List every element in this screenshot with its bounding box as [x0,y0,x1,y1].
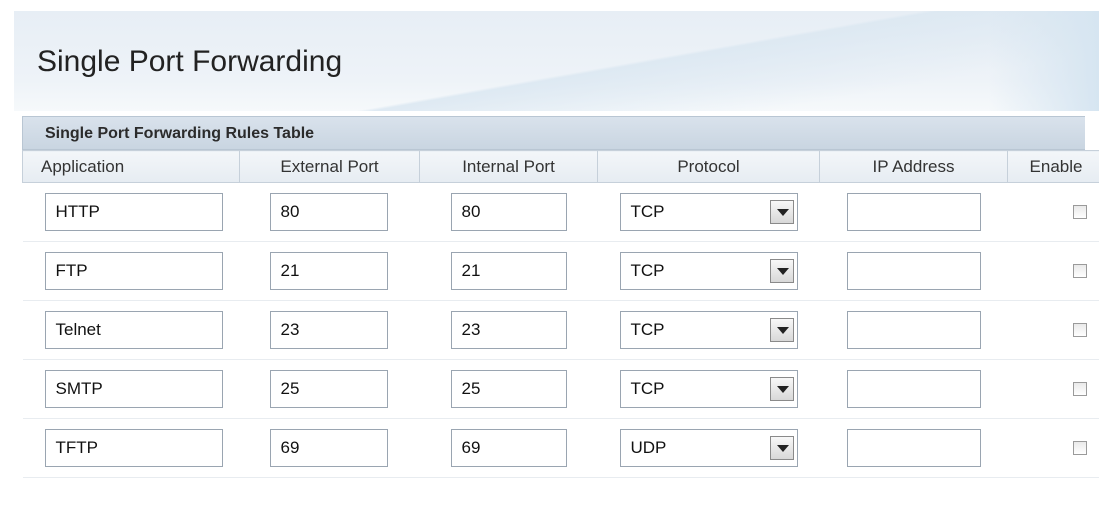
chevron-down-icon[interactable] [769,200,794,224]
enable-checkbox[interactable] [1073,263,1087,278]
table-row: SMTP 25 25 TCP [22,359,1099,419]
chevron-down-icon[interactable] [769,259,794,283]
external-port-input[interactable]: 23 [269,311,388,349]
internal-port-input[interactable]: 25 [450,370,567,408]
column-header-external-port: External Port [239,150,420,183]
application-name-input[interactable]: TFTP [44,429,223,467]
protocol-select-value: TCP [630,379,665,398]
column-header-ip-address: IP Address [819,150,1008,183]
protocol-select[interactable]: UDP [619,429,798,467]
application-name-input[interactable]: SMTP [44,370,223,408]
rules-table: Application External Port Internal Port … [22,150,1099,478]
enable-checkbox[interactable] [1073,322,1087,337]
protocol-select-value: TCP [630,202,665,221]
internal-port-input[interactable]: 69 [450,429,567,467]
enable-checkbox[interactable] [1073,381,1087,396]
protocol-select[interactable]: TCP [619,252,798,290]
protocol-select-value: UDP [630,438,667,457]
chevron-down-icon[interactable] [769,377,794,401]
table-caption: Single Port Forwarding Rules Table [22,116,1085,150]
table-header-row: Application External Port Internal Port … [22,150,1099,183]
header-glow [989,11,1099,111]
internal-port-input[interactable]: 21 [450,252,567,290]
column-header-enable: Enable [1007,150,1099,183]
internal-port-input[interactable]: 80 [450,193,567,231]
application-name-input[interactable]: FTP [44,252,223,290]
table-row: HTTP 80 80 TCP [22,182,1099,242]
chevron-down-icon[interactable] [769,318,794,342]
enable-checkbox[interactable] [1073,440,1087,455]
column-header-protocol: Protocol [597,150,820,183]
protocol-select[interactable]: TCP [619,311,798,349]
ip-address-input[interactable] [846,311,981,349]
application-name-input[interactable]: HTTP [44,193,223,231]
protocol-select[interactable]: TCP [619,193,798,231]
ip-address-input[interactable] [846,252,981,290]
external-port-input[interactable]: 69 [269,429,388,467]
table-row: TFTP 69 69 UDP [22,418,1099,478]
rules-table-body: HTTP 80 80 TCP FTP 21 21 TCP Telnet 23 2… [22,182,1099,478]
application-name-input[interactable]: Telnet [44,311,223,349]
protocol-select-value: TCP [630,320,665,339]
ip-address-input[interactable] [846,429,981,467]
table-caption-label: Single Port Forwarding Rules Table [45,125,315,142]
table-row: FTP 21 21 TCP [22,241,1099,301]
enable-checkbox[interactable] [1073,204,1087,219]
ip-address-input[interactable] [846,193,981,231]
column-header-application: Application [22,150,240,183]
external-port-input[interactable]: 25 [269,370,388,408]
ip-address-input[interactable] [846,370,981,408]
table-row: Telnet 23 23 TCP [22,300,1099,360]
chevron-down-icon[interactable] [769,436,794,460]
external-port-input[interactable]: 21 [269,252,388,290]
protocol-select[interactable]: TCP [619,370,798,408]
header-band: Single Port Forwarding [14,11,1099,111]
internal-port-input[interactable]: 23 [450,311,567,349]
page-title: Single Port Forwarding [37,45,343,78]
column-header-internal-port: Internal Port [419,150,598,183]
protocol-select-value: TCP [630,261,665,280]
external-port-input[interactable]: 80 [269,193,388,231]
